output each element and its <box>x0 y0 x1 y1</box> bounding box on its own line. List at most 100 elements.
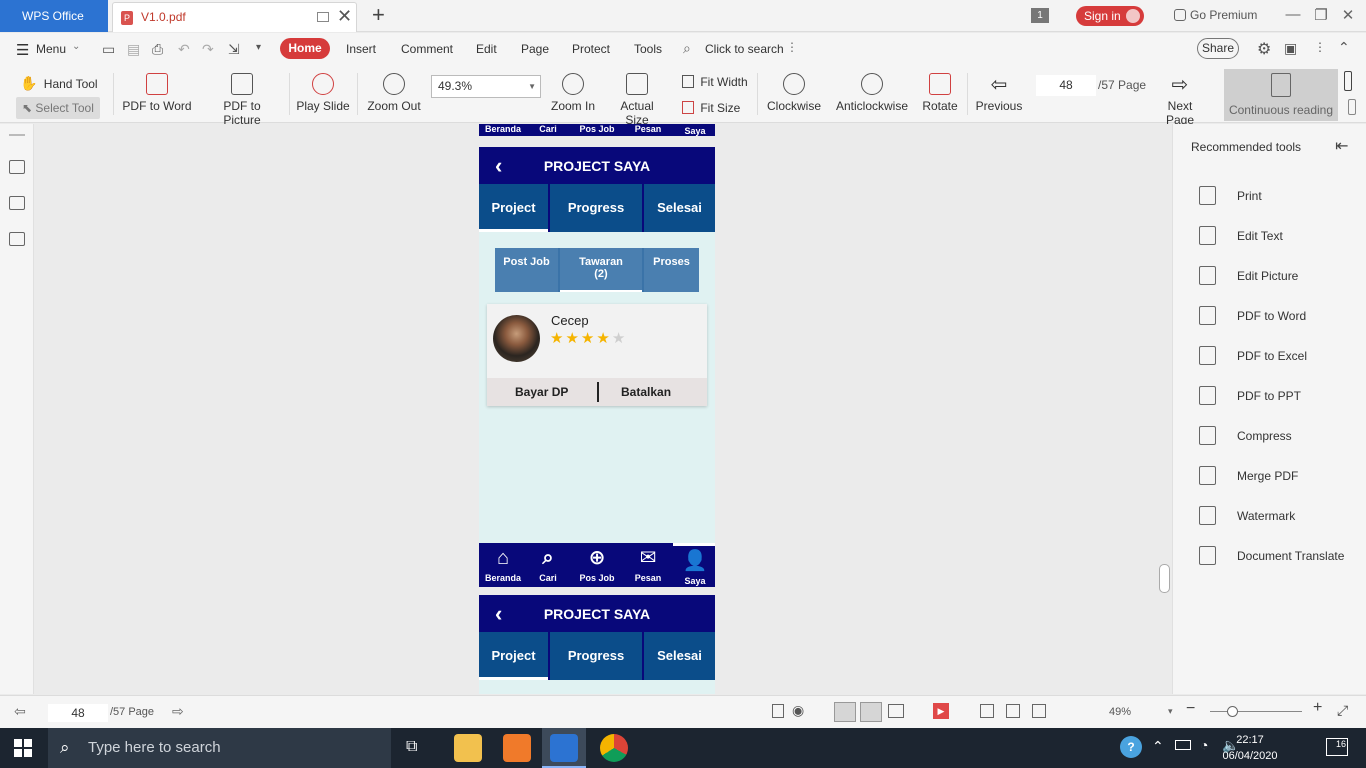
outline-icon[interactable] <box>9 160 25 174</box>
wps-taskbar-item[interactable] <box>542 728 586 768</box>
clockwise-button[interactable]: Clockwise <box>766 73 822 113</box>
tab-selesai[interactable]: Selesai <box>644 632 715 680</box>
tool-document-translate[interactable]: Document Translate <box>1199 546 1366 566</box>
subtab-proses[interactable]: Proses <box>644 248 699 292</box>
tool-edit-text[interactable]: Edit Text <box>1199 226 1366 246</box>
print-icon[interactable]: ⎙ <box>152 41 163 58</box>
nav-cari[interactable]: Cari <box>526 124 570 134</box>
nav-pesan[interactable]: Pesan <box>626 124 670 134</box>
tool-pdf-to-ppt[interactable]: PDF to PPT <box>1199 386 1366 406</box>
menu-comment[interactable]: Comment <box>401 42 453 56</box>
pdf-to-word-button[interactable]: PDF to Word <box>122 73 192 113</box>
hand-tool-button[interactable]: ✋ Hand Tool <box>20 75 98 92</box>
share-button[interactable]: Share <box>1197 38 1239 59</box>
open-folder-icon[interactable]: ▭ <box>102 41 115 58</box>
status-page-input[interactable]: 48 <box>48 704 108 722</box>
menu-insert[interactable]: Insert <box>346 42 376 56</box>
zoom-in-button[interactable]: Zoom In <box>548 73 598 113</box>
batalkan-button[interactable]: Batalkan <box>621 385 671 399</box>
tab-project[interactable]: Project <box>479 184 548 232</box>
play-icon[interactable]: ▶ <box>933 703 949 719</box>
actual-size-button[interactable]: Actual Size <box>608 73 666 127</box>
tool-compress[interactable]: Compress <box>1199 426 1366 446</box>
fit-width-icon[interactable] <box>1032 704 1046 718</box>
next-page-button[interactable]: ⇨ Next Page <box>1152 73 1208 127</box>
bayar-dp-button[interactable]: Bayar DP <box>515 385 568 399</box>
fit-size-button[interactable]: Fit Size <box>682 101 740 115</box>
nav-beranda[interactable]: Beranda <box>481 124 525 134</box>
tool-print[interactable]: Print <box>1199 186 1366 206</box>
system-clock[interactable]: 22:17 06/04/2020 <box>1220 732 1280 764</box>
menu-tools[interactable]: Tools <box>634 42 662 56</box>
subtab-tawaran[interactable]: Tawaran (2) <box>560 248 642 292</box>
restore-icon[interactable]: ❐ <box>1311 6 1331 24</box>
redo-icon[interactable]: ↷ <box>202 41 214 58</box>
tool-edit-picture[interactable]: Edit Picture <box>1199 266 1366 286</box>
go-premium-button[interactable]: Go Premium <box>1174 8 1257 22</box>
scrollbar-thumb[interactable] <box>1159 564 1170 593</box>
undo-icon[interactable]: ↶ <box>178 41 190 58</box>
anticlockwise-button[interactable]: Anticlockwise <box>834 73 910 113</box>
wifi-icon[interactable]: ◔ <box>1200 737 1208 753</box>
zoom-out-button[interactable]: Zoom Out <box>364 73 424 113</box>
zoom-dropdown-icon[interactable]: ▾ <box>1168 706 1173 717</box>
nav-cari[interactable]: ⌕ Cari <box>526 543 570 583</box>
actual-size-icon[interactable] <box>980 704 994 718</box>
thumbnail-icon[interactable] <box>9 196 25 210</box>
play-slide-button[interactable]: Play Slide <box>296 73 350 113</box>
close-tab-icon[interactable]: ✕ <box>337 6 352 27</box>
zoom-in-icon[interactable]: + <box>1313 699 1322 717</box>
nav-saya[interactable]: Saya <box>673 126 717 136</box>
page-number-input[interactable]: 48 <box>1036 75 1096 96</box>
wps-office-tab[interactable]: WPS Office <box>0 0 108 32</box>
tool-pdf-to-word[interactable]: PDF to Word <box>1199 306 1366 326</box>
comment-icon[interactable]: ▣ <box>1284 40 1297 57</box>
save-icon[interactable]: ▤ <box>127 41 140 58</box>
file-explorer-icon[interactable] <box>454 734 482 762</box>
collapse-panel-icon[interactable]: ⇤ <box>1335 136 1348 156</box>
notification-center-icon[interactable]: 16 <box>1326 738 1348 756</box>
tool-merge-pdf[interactable]: Merge PDF <box>1199 466 1366 486</box>
close-window-icon[interactable]: ✕ <box>1338 6 1358 24</box>
chevron-down-icon[interactable]: ⌄ <box>72 41 80 52</box>
continuous-view-icon[interactable] <box>860 702 882 722</box>
tab-project[interactable]: Project <box>479 632 548 680</box>
collapse-ribbon-icon[interactable]: ⌃ <box>1338 39 1350 56</box>
zoom-slider-handle[interactable] <box>1227 706 1238 717</box>
fit-page-icon[interactable] <box>1006 704 1020 718</box>
nav-beranda[interactable]: ⌂ Beranda <box>481 543 525 583</box>
minimize-icon[interactable]: — <box>1283 6 1303 23</box>
xampp-icon[interactable] <box>503 734 531 762</box>
select-tool-button[interactable]: ⬉ Select Tool <box>16 97 100 119</box>
bookmark-icon[interactable] <box>9 232 25 246</box>
single-page-view-icon[interactable] <box>834 702 856 722</box>
vertical-scrollbar[interactable] <box>1157 124 1171 694</box>
fit-width-button[interactable]: Fit Width <box>682 75 748 89</box>
scroll-ribbon-icon[interactable] <box>1348 99 1356 115</box>
fullscreen-icon[interactable]: ⤢ <box>1337 702 1348 719</box>
more-icon[interactable]: ⋮ <box>1314 40 1326 54</box>
chrome-icon[interactable] <box>600 734 628 762</box>
menu-edit[interactable]: Edit <box>476 42 497 56</box>
windows-start-icon[interactable] <box>14 739 32 757</box>
window-count-badge[interactable]: 1 <box>1031 8 1049 23</box>
eye-protection-icon[interactable]: ◉ <box>792 702 804 719</box>
tool-pdf-to-excel[interactable]: PDF to Excel <box>1199 346 1366 366</box>
export-icon[interactable]: ⇲ <box>228 41 240 58</box>
hamburger-icon[interactable]: ☰ <box>16 41 29 59</box>
zoom-percentage[interactable]: 49% <box>1109 706 1131 718</box>
more-dropdown-icon[interactable]: ▾ <box>256 42 261 53</box>
nav-pos-job[interactable]: ⊕ Pos Job <box>575 543 619 583</box>
taskbar-search-input[interactable]: ⌕ Type here to search <box>48 728 391 768</box>
search-icon[interactable]: ⌕ <box>683 40 691 57</box>
battery-icon[interactable] <box>1175 740 1191 750</box>
sign-in-button[interactable]: Sign in <box>1076 6 1144 26</box>
settings-icon[interactable]: ⚙ <box>1257 39 1271 59</box>
show-hidden-icons[interactable]: ⌃ <box>1152 738 1164 755</box>
previous-page-icon[interactable]: ⇦ <box>14 703 26 720</box>
tab-progress[interactable]: Progress <box>550 184 642 232</box>
document-tab[interactable]: P V1.0.pdf ✕ <box>112 2 357 32</box>
subtab-post-job[interactable]: Post Job <box>495 248 558 292</box>
menu-button[interactable]: Menu <box>36 42 66 56</box>
new-tab-button[interactable]: + <box>372 2 385 28</box>
